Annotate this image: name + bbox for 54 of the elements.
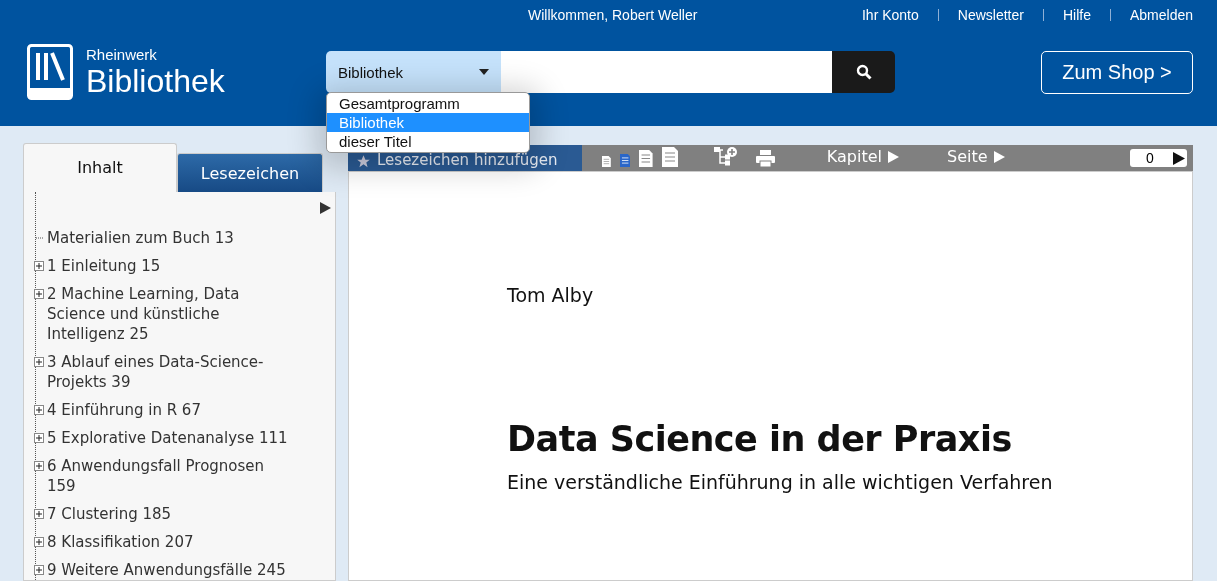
expand-icon[interactable] bbox=[34, 537, 44, 547]
chapter-button[interactable]: Kapitel bbox=[820, 146, 905, 167]
header-link[interactable]: Ihr Konto bbox=[861, 7, 919, 23]
header-link[interactable]: Newsletter bbox=[957, 7, 1024, 23]
search-button[interactable] bbox=[832, 51, 895, 93]
star-icon bbox=[356, 154, 371, 169]
book-title: Data Science in der Praxis bbox=[507, 419, 1013, 459]
logo-icon bbox=[27, 44, 73, 100]
chapter-link[interactable]: 7 Clustering 185 bbox=[47, 504, 292, 524]
chapter-link[interactable]: 3 Ablauf eines Data-Science-Projekts 39 bbox=[47, 352, 292, 392]
chapter-link[interactable]: 2 Machine Learning, Data Science und künstliche Intelligenz 25 bbox=[47, 284, 292, 344]
expand-icon[interactable] bbox=[34, 461, 44, 471]
expand-icon[interactable] bbox=[34, 433, 44, 443]
chapter-link[interactable]: 1 Einleitung 15 bbox=[47, 256, 292, 276]
expand-icon[interactable] bbox=[34, 565, 44, 575]
logo-subtitle: Rheinwerk bbox=[86, 46, 158, 64]
shop-button[interactable]: Zum Shop > bbox=[1041, 50, 1193, 94]
expand-icon[interactable] bbox=[34, 261, 44, 271]
play-icon bbox=[887, 150, 899, 163]
sidebar-tab[interactable]: Lesezeichen bbox=[177, 153, 323, 192]
chapter-link[interactable]: 8 Klassifikation 207 bbox=[47, 532, 292, 552]
expand-icon[interactable] bbox=[34, 357, 44, 367]
chapter-link[interactable]: 5 Explorative Datenanalyse 111 bbox=[47, 428, 292, 448]
expand-icon[interactable] bbox=[34, 509, 44, 519]
play-icon bbox=[1172, 151, 1185, 165]
search-field[interactable] bbox=[501, 51, 832, 93]
expand-icon[interactable] bbox=[34, 289, 44, 299]
dropdown-option[interactable]: Gesamtprogramm bbox=[327, 94, 529, 113]
caret-icon bbox=[479, 69, 489, 75]
print-icon[interactable] bbox=[755, 150, 775, 167]
book-subtitle: Eine verständliche Einführung in alle wichtigen Verfahren bbox=[507, 471, 1054, 493]
page-icon[interactable] bbox=[619, 154, 631, 167]
welcome-text: Willkommen, Robert Weller bbox=[528, 7, 698, 23]
page-icon[interactable] bbox=[639, 150, 653, 167]
play-icon[interactable] bbox=[320, 202, 331, 214]
scope-dropdown[interactable]: Bibliothek bbox=[326, 51, 501, 93]
author-name: Tom Alby bbox=[507, 284, 595, 306]
play-icon bbox=[993, 150, 1005, 163]
chapter-link[interactable]: 6 Anwendungsfall Prognosen 159 bbox=[47, 456, 292, 496]
sidebar-tab[interactable]: Inhalt bbox=[23, 143, 177, 192]
chapter-link[interactable]: Materialien zum Buch 13 bbox=[47, 228, 292, 248]
logo-title: Bibliothek bbox=[86, 64, 225, 98]
page-icon[interactable] bbox=[661, 147, 678, 167]
header-link[interactable]: Hilfe bbox=[1062, 7, 1091, 23]
expand-icon[interactable] bbox=[34, 405, 44, 415]
page-icon[interactable] bbox=[602, 156, 611, 167]
page-button[interactable]: Seite bbox=[940, 146, 1011, 167]
chapter-link[interactable]: 9 Weitere Anwendungsfälle 245 bbox=[47, 560, 292, 580]
search-icon bbox=[855, 64, 872, 80]
go-button[interactable] bbox=[1170, 149, 1187, 167]
page-number-field[interactable]: 0 bbox=[1130, 149, 1170, 167]
header-link[interactable]: Abmelden bbox=[1129, 7, 1193, 23]
chapter-link[interactable]: 4 Einführung in R 67 bbox=[47, 400, 292, 420]
tree-add-icon[interactable] bbox=[713, 146, 738, 167]
